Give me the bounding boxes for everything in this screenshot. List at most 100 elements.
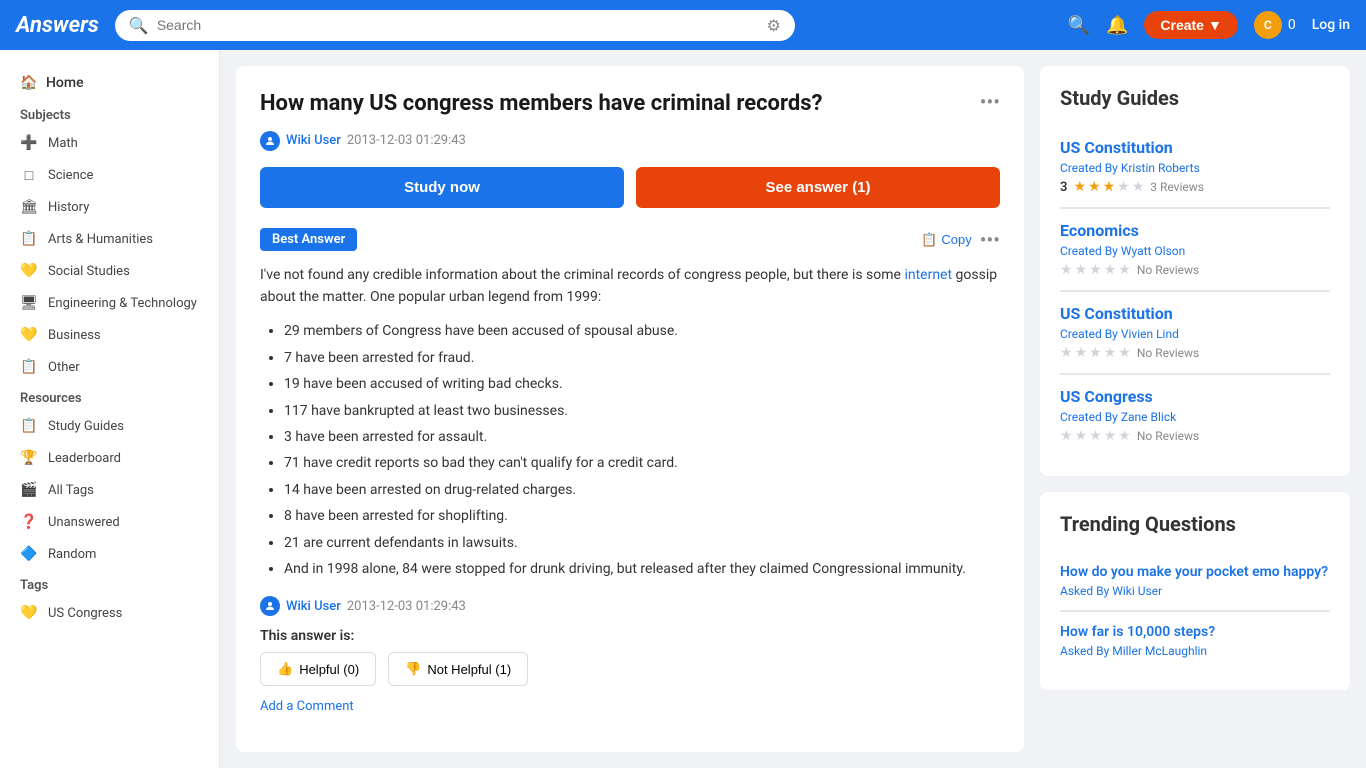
sidebar-item-all-tags[interactable]: 🎬 All Tags [0, 474, 219, 506]
list-item: 7 have been arrested for fraud. [284, 347, 1000, 369]
sidebar-item-us-congress[interactable]: 💛 US Congress [0, 597, 219, 629]
trending-item-1: How far is 10,000 steps? Asked By Miller… [1060, 612, 1330, 670]
guide-rating-3: ★ ★ ★ ★ ★ No Reviews [1060, 428, 1330, 444]
filter-icon[interactable]: ⚙ [767, 16, 781, 35]
create-button[interactable]: Create ▼ [1144, 11, 1237, 39]
sidebar-item-random[interactable]: 🔷 Random [0, 538, 219, 570]
stars-1: ★ ★ ★ ★ ★ [1060, 262, 1131, 278]
layout: 🏠 Home Subjects ➕ Math □ Science 🏛 Histo… [0, 50, 1366, 768]
question-more-icon[interactable]: ••• [980, 90, 1000, 114]
question-user[interactable]: Wiki User [286, 133, 341, 148]
guide-item-0: US Constitution Created By Kristin Rober… [1060, 126, 1330, 208]
guide-creator-0: Created By Kristin Roberts [1060, 161, 1330, 175]
copy-button[interactable]: 📋 Copy [921, 232, 972, 248]
list-item: 117 have bankrupted at least two busines… [284, 400, 1000, 422]
list-item: 19 have been accused of writing bad chec… [284, 373, 1000, 395]
subjects-title: Subjects [0, 100, 219, 127]
unanswered-icon: ❓ [20, 513, 38, 531]
guide-name-1[interactable]: Economics [1060, 221, 1330, 240]
stars-3: ★ ★ ★ ★ ★ [1060, 428, 1131, 444]
engineering-icon: 🖥 [20, 294, 38, 312]
answer-list: 29 members of Congress have been accused… [284, 320, 1000, 580]
header-actions: 🔍 🔔 Create ▼ C 0 Log in [1068, 11, 1350, 39]
trending-asker-link-0[interactable]: Wiki User [1112, 584, 1162, 598]
history-icon: 🏛 [20, 198, 38, 216]
user-avatar: C [1254, 11, 1282, 39]
sidebar-item-science[interactable]: □ Science [0, 159, 219, 191]
guide-creator-link-0[interactable]: Kristin Roberts [1121, 161, 1200, 175]
login-button[interactable]: Log in [1312, 17, 1350, 33]
search-bar: 🔍 ⚙ [115, 10, 795, 41]
search-icon: 🔍 [129, 16, 149, 35]
trending-question-0[interactable]: How do you make your pocket emo happy? [1060, 564, 1330, 580]
list-item: 71 have credit reports so bad they can't… [284, 452, 1000, 474]
header-search-icon[interactable]: 🔍 [1068, 15, 1090, 36]
study-guides-card: Study Guides US Constitution Created By … [1040, 66, 1350, 476]
helpful-button[interactable]: 👍 Helpful (0) [260, 652, 376, 686]
review-count-1: No Reviews [1137, 263, 1199, 277]
other-icon: 📋 [20, 358, 38, 376]
guide-creator-2: Created By Vivien Lind [1060, 327, 1330, 341]
list-item: 21 are current defendants in lawsuits. [284, 532, 1000, 554]
user-count: 0 [1288, 17, 1296, 33]
random-icon: 🔷 [20, 545, 38, 563]
guide-name-2[interactable]: US Constitution [1060, 304, 1330, 323]
sidebar-item-math[interactable]: ➕ Math [0, 127, 219, 159]
guide-creator-1: Created By Wyatt Olson [1060, 244, 1330, 258]
question-title: How many US congress members have crimin… [260, 90, 822, 119]
trending-asker-link-1[interactable]: Miller McLaughlin [1112, 644, 1207, 658]
header: Answers 🔍 ⚙ 🔍 🔔 Create ▼ C 0 Log in [0, 0, 1366, 50]
social-icon: 💛 [20, 262, 38, 280]
guide-rating-0: 3 ★ ★ ★ ★ ★ 3 Reviews [1060, 179, 1330, 195]
list-item: 3 have been arrested for assault. [284, 426, 1000, 448]
add-comment-link[interactable]: Add a Comment [260, 699, 354, 714]
sidebar-item-other[interactable]: 📋 Other [0, 351, 219, 383]
sidebar-item-business[interactable]: 💛 Business [0, 319, 219, 351]
answer-actions: 📋 Copy ••• [921, 228, 1000, 252]
review-count-0: 3 Reviews [1150, 180, 1204, 194]
guide-creator-link-3[interactable]: Zane Blick [1121, 410, 1176, 424]
see-answer-button[interactable]: See answer (1) [636, 167, 1000, 208]
answer-more-icon[interactable]: ••• [980, 228, 1000, 252]
question-card: How many US congress members have crimin… [236, 66, 1024, 752]
sidebar-item-study-guides[interactable]: 📋 Study Guides [0, 410, 219, 442]
sidebar-item-arts[interactable]: 📋 Arts & Humanities [0, 223, 219, 255]
trending-question-1[interactable]: How far is 10,000 steps? [1060, 624, 1330, 640]
best-answer-badge: Best Answer [260, 228, 357, 251]
main-content: How many US congress members have crimin… [220, 50, 1366, 768]
guide-name-3[interactable]: US Congress [1060, 387, 1330, 406]
answer-user[interactable]: Wiki User [286, 599, 341, 614]
right-sidebar: Study Guides US Constitution Created By … [1040, 66, 1350, 752]
not-helpful-button[interactable]: 👎 Not Helpful (1) [388, 652, 528, 686]
internet-link[interactable]: internet [904, 267, 952, 283]
home-icon: 🏠 [20, 74, 38, 92]
sidebar-item-unanswered[interactable]: ❓ Unanswered [0, 506, 219, 538]
best-answer-bar: Best Answer 📋 Copy ••• [260, 228, 1000, 252]
question-meta: Wiki User 2013-12-03 01:29:43 [260, 131, 1000, 151]
trending-title: Trending Questions [1060, 512, 1330, 536]
sidebar-item-engineering[interactable]: 🖥 Engineering & Technology [0, 287, 219, 319]
resources-title: Resources [0, 383, 219, 410]
list-item: 8 have been arrested for shoplifting. [284, 505, 1000, 527]
tags-title: Tags [0, 570, 219, 597]
study-now-button[interactable]: Study now [260, 167, 624, 208]
sidebar-item-leaderboard[interactable]: 🏆 Leaderboard [0, 442, 219, 474]
action-buttons: Study now See answer (1) [260, 167, 1000, 208]
sidebar-item-history[interactable]: 🏛 History [0, 191, 219, 223]
search-input[interactable] [157, 17, 759, 33]
question-date: 2013-12-03 01:29:43 [347, 133, 466, 148]
rating-buttons: 👍 Helpful (0) 👎 Not Helpful (1) [260, 652, 1000, 686]
study-guides-title: Study Guides [1060, 86, 1330, 110]
guide-creator-3: Created By Zane Blick [1060, 410, 1330, 424]
arts-icon: 📋 [20, 230, 38, 248]
trending-asker-0: Asked By Wiki User [1060, 584, 1330, 598]
sidebar-home[interactable]: 🏠 Home [0, 66, 219, 100]
answer-user-avatar [260, 596, 280, 616]
list-item: 14 have been arrested on drug-related ch… [284, 479, 1000, 501]
guide-name-0[interactable]: US Constitution [1060, 138, 1330, 157]
sidebar-item-social[interactable]: 💛 Social Studies [0, 255, 219, 287]
guide-creator-link-2[interactable]: Vivien Lind [1121, 327, 1179, 341]
header-bell-icon[interactable]: 🔔 [1106, 15, 1128, 36]
guide-creator-link-1[interactable]: Wyatt Olson [1121, 244, 1185, 258]
study-guides-icon: 📋 [20, 417, 38, 435]
